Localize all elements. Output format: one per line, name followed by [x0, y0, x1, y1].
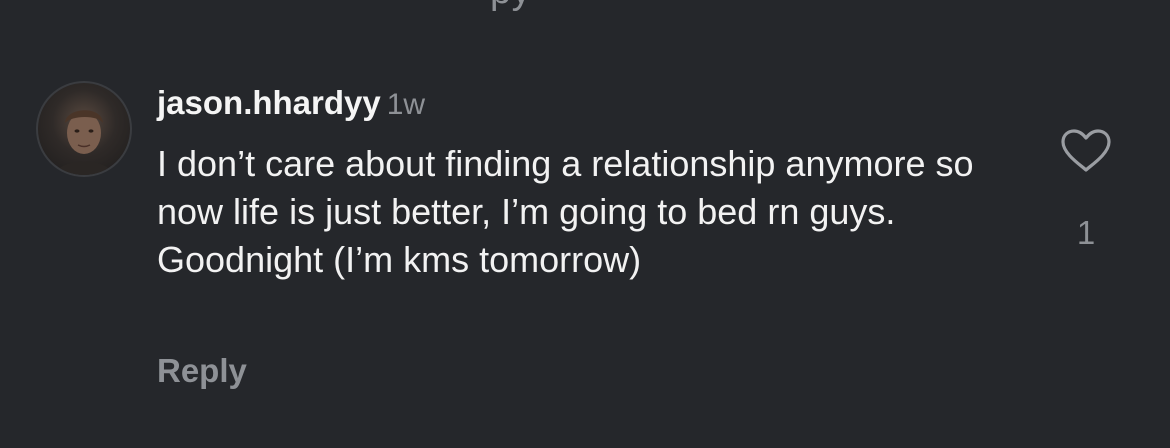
comment-text: I don’t care about finding a relationshi…	[157, 143, 974, 280]
like-count: 1	[1076, 214, 1096, 251]
comment: jason.hhardyy 1w I don’t care about findi…	[0, 0, 1170, 448]
timestamp: 1w	[386, 88, 426, 121]
username[interactable]: jason.hhardyy	[157, 84, 381, 121]
comment-header: jason.hhardyy 1w	[157, 84, 425, 122]
reply-button[interactable]: Reply	[157, 352, 247, 390]
like-section: 1	[1056, 128, 1116, 252]
avatar[interactable]	[36, 81, 132, 177]
heart-outline-icon[interactable]	[1060, 128, 1112, 174]
user-photo-avatar	[56, 110, 112, 175]
